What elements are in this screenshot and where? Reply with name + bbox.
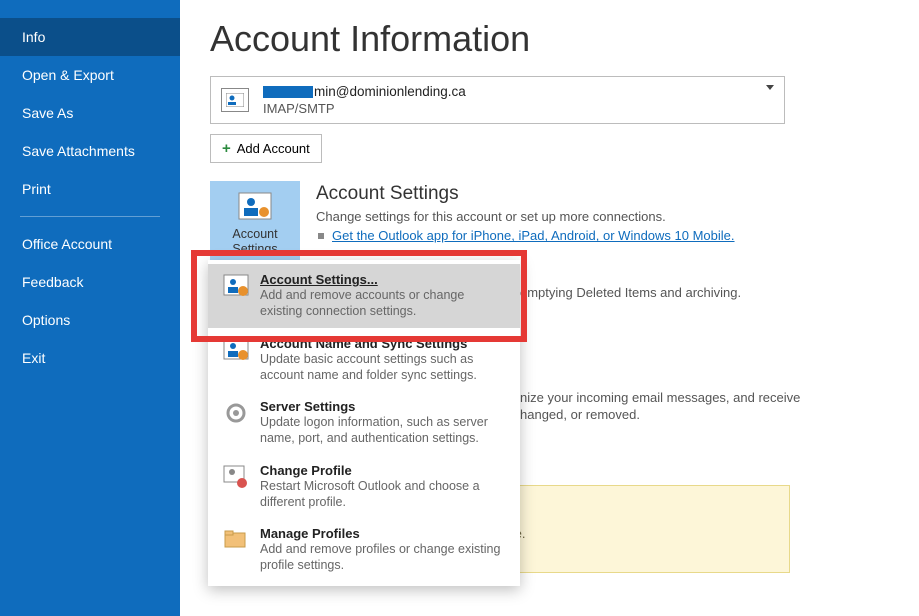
menu-title: Account Settings... — [260, 272, 506, 287]
page-title: Account Information — [210, 18, 889, 60]
menu-desc: Add and remove accounts or change existi… — [260, 287, 506, 320]
menu-change-profile[interactable]: Change Profile Restart Microsoft Outlook… — [208, 455, 520, 519]
sidebar-item-exit[interactable]: Exit — [0, 339, 180, 377]
account-settings-dropdown: Account Settings... Add and remove accou… — [208, 260, 520, 586]
menu-server-settings[interactable]: Server Settings Update logon information… — [208, 391, 520, 455]
add-account-button[interactable]: + Add Account — [210, 134, 322, 163]
account-settings-button[interactable]: Account Settings — [210, 181, 300, 265]
menu-title: Server Settings — [260, 399, 506, 414]
gear-icon — [222, 399, 250, 427]
sidebar-divider — [20, 216, 160, 217]
account-type: IMAP/SMTP — [263, 101, 774, 118]
menu-manage-profiles[interactable]: Manage Profiles Add and remove profiles … — [208, 518, 520, 582]
bullet-icon — [318, 233, 324, 239]
account-selector[interactable]: min@dominionlending.ca IMAP/SMTP — [210, 76, 785, 124]
rules-partial-line1: nize your incoming email messages, and r… — [520, 390, 800, 405]
rules-partial-line2: hanged, or removed. — [520, 407, 640, 422]
sidebar-item-info[interactable]: Info — [0, 18, 180, 56]
account-settings-icon — [234, 189, 276, 223]
mailbox-partial-text: emptying Deleted Items and archiving. — [520, 285, 741, 300]
menu-account-name-sync[interactable]: Account Name and Sync Settings Update ba… — [208, 328, 520, 392]
menu-desc: Add and remove profiles or change existi… — [260, 541, 506, 574]
sidebar-item-print[interactable]: Print — [0, 170, 180, 208]
account-settings-desc: Change settings for this account or set … — [316, 209, 889, 224]
menu-title: Account Name and Sync Settings — [260, 336, 506, 351]
sidebar-item-open-export[interactable]: Open & Export — [0, 56, 180, 94]
sidebar-item-save-as[interactable]: Save As — [0, 94, 180, 132]
account-sync-icon — [222, 336, 250, 364]
menu-account-settings[interactable]: Account Settings... Add and remove accou… — [208, 264, 520, 328]
menu-desc: Restart Microsoft Outlook and choose a d… — [260, 478, 506, 511]
sidebar-item-feedback[interactable]: Feedback — [0, 263, 180, 301]
account-settings-title: Account Settings — [316, 183, 889, 205]
chevron-down-icon — [766, 85, 774, 90]
account-settings-button-label: Account Settings — [232, 227, 277, 256]
menu-desc: Update logon information, such as server… — [260, 414, 506, 447]
backstage-sidebar: Info Open & Export Save As Save Attachme… — [0, 0, 180, 616]
sidebar-item-save-attachments[interactable]: Save Attachments — [0, 132, 180, 170]
menu-title: Manage Profiles — [260, 526, 506, 541]
profiles-folder-icon — [222, 526, 250, 554]
menu-desc: Update basic account settings such as ac… — [260, 351, 506, 384]
sidebar-item-options[interactable]: Options — [0, 301, 180, 339]
redacted-block — [263, 86, 313, 98]
profile-change-icon — [222, 463, 250, 491]
account-email: min@dominionlending.ca — [263, 83, 774, 101]
account-card-icon — [221, 88, 249, 112]
get-outlook-app-link[interactable]: Get the Outlook app for iPhone, iPad, An… — [332, 228, 735, 243]
plus-icon: + — [222, 140, 231, 157]
menu-title: Change Profile — [260, 463, 506, 478]
account-settings-menu-icon — [222, 272, 250, 300]
add-account-label: Add Account — [237, 141, 310, 156]
sidebar-item-office-account[interactable]: Office Account — [0, 225, 180, 263]
